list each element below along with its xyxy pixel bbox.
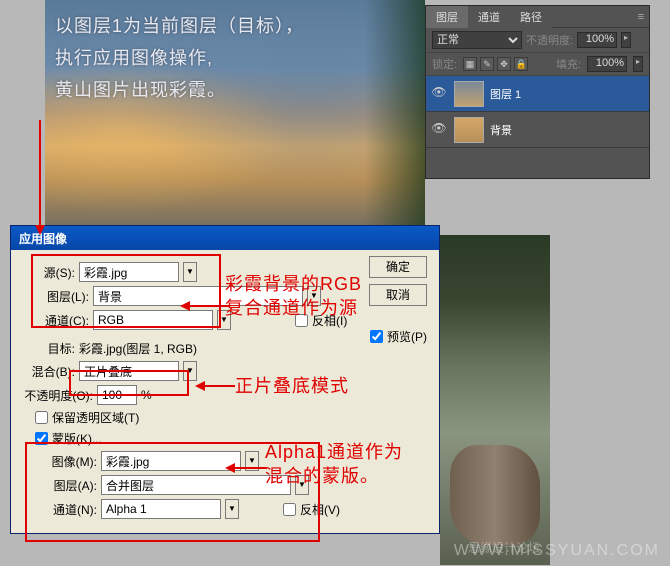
mask-layer-label: 图层(A): xyxy=(43,477,97,494)
mountain-preview xyxy=(440,235,550,565)
layers-panel: 图层 通道 路径 ≡ 正常 不透明度: 100% ▸ 锁定: ▦ ✎ ✥ 🔒 填… xyxy=(425,5,650,179)
overlay-line1: 以图层1为当前图层（目标）， xyxy=(55,10,304,42)
opacity-value[interactable]: 100% xyxy=(577,32,617,48)
visibility-icon[interactable]: 👁 xyxy=(430,121,448,139)
layer-name: 图层 1 xyxy=(490,86,521,102)
lock-position-icon[interactable]: ✥ xyxy=(497,57,511,71)
fill-label: 填充: xyxy=(556,56,581,72)
target-label: 目标: xyxy=(21,340,75,357)
blend-mode-select[interactable]: 正常 xyxy=(432,31,522,49)
preserve-box[interactable] xyxy=(35,411,48,424)
layer-label: 图层(L): xyxy=(35,288,89,305)
lock-icons: ▦ ✎ ✥ 🔒 xyxy=(463,57,528,71)
tab-channels[interactable]: 通道 xyxy=(468,6,510,28)
blend-input[interactable] xyxy=(79,361,179,381)
dialog-title: 应用图像 xyxy=(11,226,439,250)
panel-menu-icon[interactable]: ≡ xyxy=(633,11,649,23)
cancel-button[interactable]: 取消 xyxy=(369,284,427,306)
opacity-input[interactable] xyxy=(97,385,137,405)
fill-arrow-icon[interactable]: ▸ xyxy=(633,56,643,72)
lock-pixels-icon[interactable]: ✎ xyxy=(480,57,494,71)
layers-list: 👁 图层 1 👁 背景 xyxy=(426,76,649,178)
invert2-box[interactable] xyxy=(283,503,296,516)
layer-row-1[interactable]: 👁 图层 1 xyxy=(426,76,649,112)
overlay-line2: 执行应用图像操作, xyxy=(55,42,304,74)
mask-box[interactable] xyxy=(35,432,48,445)
watermark: WWW.MISSYUAN.COM xyxy=(454,542,660,560)
instruction-overlay: 以图层1为当前图层（目标）， 执行应用图像操作, 黄山图片出现彩霞。 xyxy=(55,10,304,106)
tab-layers[interactable]: 图层 xyxy=(426,6,468,28)
opacity-arrow-icon[interactable]: ▸ xyxy=(621,32,631,48)
dropdown-icon[interactable]: ▼ xyxy=(183,262,197,282)
source-label: 源(S): xyxy=(21,264,75,281)
opacity-unit: % xyxy=(141,388,152,402)
fill-value[interactable]: 100% xyxy=(587,56,627,72)
tab-paths[interactable]: 路径 xyxy=(510,6,552,28)
image-label: 图像(M): xyxy=(43,453,97,470)
channel-label: 通道(C): xyxy=(35,312,89,329)
blend-label: 混合(B): xyxy=(21,363,75,380)
preview-box[interactable] xyxy=(370,330,383,343)
opacity-label: 不透明度(O): xyxy=(21,387,93,404)
overlay-line3: 黄山图片出现彩霞。 xyxy=(55,74,304,106)
visibility-icon[interactable]: 👁 xyxy=(430,85,448,103)
dropdown-icon[interactable]: ▼ xyxy=(225,499,239,519)
ok-button[interactable]: 确定 xyxy=(369,256,427,278)
mask-channel-input[interactable] xyxy=(101,499,221,519)
target-value: 彩霞.jpg(图层 1, RGB) xyxy=(79,340,197,357)
lock-label: 锁定: xyxy=(432,56,457,72)
dropdown-icon[interactable]: ▼ xyxy=(183,361,197,381)
mask-layer-input[interactable] xyxy=(101,475,291,495)
annotation-mask: Alpha1通道作为 混合的蒙版。 xyxy=(265,440,403,488)
canvas-preview: 以图层1为当前图层（目标）， 执行应用图像操作, 黄山图片出现彩霞。 xyxy=(45,0,425,225)
layer-thumbnail xyxy=(454,117,484,143)
channel-input[interactable] xyxy=(93,310,213,330)
image-input[interactable] xyxy=(101,451,241,471)
opacity-label: 不透明度: xyxy=(526,32,573,48)
annotation-blend: 正片叠底模式 xyxy=(235,374,349,398)
annotation-source: 彩霞背景的RGB 复合通道作为源 xyxy=(225,272,362,320)
lock-transparent-icon[interactable]: ▦ xyxy=(463,57,477,71)
preview-checkbox[interactable]: 预览(P) xyxy=(370,328,427,345)
layer-thumbnail xyxy=(454,81,484,107)
layer-name: 背景 xyxy=(490,122,512,138)
source-input[interactable] xyxy=(79,262,179,282)
lock-all-icon[interactable]: 🔒 xyxy=(514,57,528,71)
mask-channel-label: 通道(N): xyxy=(43,501,97,518)
panel-tabs: 图层 通道 路径 ≡ xyxy=(426,6,649,28)
invert-checkbox-2[interactable]: 反相(V) xyxy=(283,501,340,518)
preserve-transparency-checkbox[interactable]: 保留透明区域(T) xyxy=(35,409,429,426)
layer-row-background[interactable]: 👁 背景 xyxy=(426,112,649,148)
dropdown-icon[interactable]: ▼ xyxy=(245,451,259,471)
